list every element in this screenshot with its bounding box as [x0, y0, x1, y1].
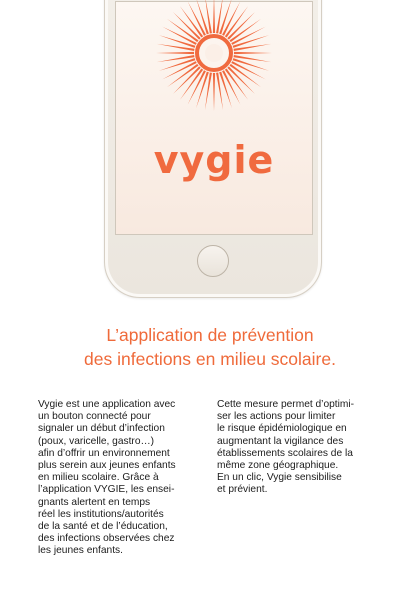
headline: L’application de prévention des infectio…	[0, 323, 420, 371]
home-button[interactable]	[197, 245, 229, 277]
phone-screen: vygie	[115, 0, 313, 235]
logo-ray	[156, 51, 195, 55]
logo-ray	[229, 18, 261, 43]
logo-ray	[224, 6, 249, 38]
logo-ray	[233, 51, 272, 55]
logo-ray	[212, 72, 216, 111]
logo-ray	[229, 63, 261, 88]
headline-line-2: des infections en milieu scolaire.	[84, 349, 336, 369]
body-text-right: Cette mesure permet d’optimi- ser les ac…	[217, 399, 355, 496]
brand-name: vygie	[153, 138, 275, 182]
logo-ray	[167, 18, 199, 43]
headline-line-1: L’application de prévention	[106, 325, 314, 345]
logo-ray	[212, 0, 216, 34]
body-text-left: Vygie est une application avec un bouton…	[38, 399, 176, 557]
logo-ray	[179, 68, 204, 100]
phone-mockup: vygie	[104, 0, 322, 298]
logo-ray	[179, 6, 204, 38]
logo-center	[205, 44, 223, 62]
sunburst-logo-icon	[156, 0, 272, 111]
logo-ray	[224, 68, 249, 100]
logo-ray	[167, 63, 199, 88]
